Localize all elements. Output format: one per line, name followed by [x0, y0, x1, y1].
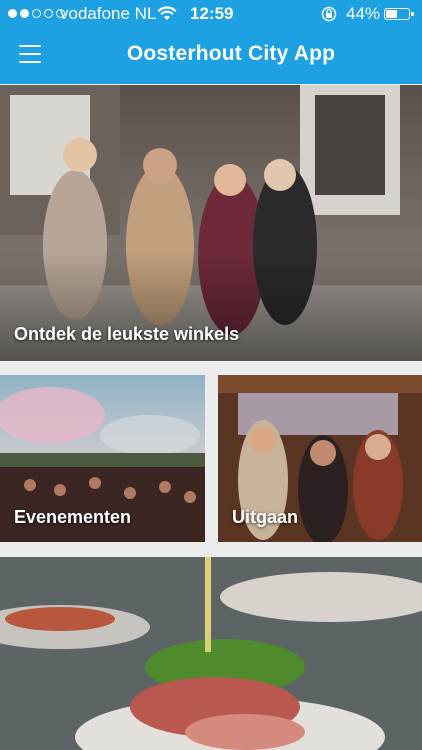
wifi-icon [157, 6, 177, 20]
events-tile-label: Evenementen [14, 507, 132, 527]
app-title: Oosterhout City App [126, 42, 336, 65]
shopping-photo [0, 85, 422, 361]
carrier-name: vodafone NL [60, 4, 157, 23]
signal-strength-icon [8, 9, 65, 18]
shopping-tile-label: Ontdek de leukste winkels [14, 324, 240, 344]
food-photo [0, 557, 422, 750]
nightlife-tile-label: Uitgaan [232, 507, 299, 527]
nightlife-tile[interactable]: Uitgaan [218, 375, 422, 542]
food-tile[interactable] [0, 557, 422, 750]
app-header: vodafone NL 12:59 44% Oosterhout City Ap… [0, 0, 422, 84]
shopping-tile[interactable]: Ontdek de leukste winkels [0, 85, 422, 361]
hamburger-menu-icon[interactable] [19, 45, 41, 63]
battery-icon [384, 8, 414, 20]
rotation-lock-icon [321, 6, 337, 22]
status-bar: vodafone NL 12:59 44% [0, 0, 422, 28]
battery-percentage: 44% [346, 4, 381, 23]
status-time: 12:59 [190, 4, 234, 23]
events-tile[interactable]: Evenementen [0, 375, 205, 542]
